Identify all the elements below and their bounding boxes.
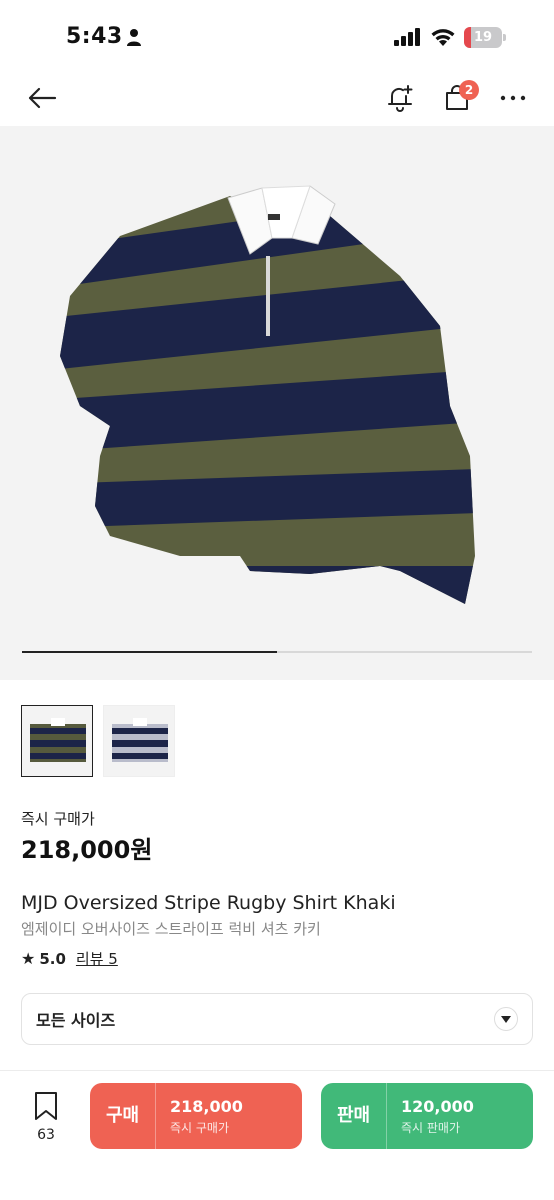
cellular-signal-icon — [394, 28, 420, 46]
thumbnail-khaki[interactable] — [21, 705, 93, 777]
more-horizontal-icon — [500, 95, 526, 101]
sell-price: 120,000 — [401, 1096, 474, 1116]
battery-level: 19 — [473, 30, 493, 45]
buy-button[interactable]: 구매 218,000 즉시 구매가 — [90, 1083, 302, 1149]
notification-button[interactable] — [380, 78, 420, 118]
bell-plus-icon — [388, 85, 413, 112]
back-button[interactable] — [22, 78, 62, 118]
product-image[interactable] — [0, 126, 554, 680]
status-time: 5:43 — [66, 24, 123, 49]
battery-icon: 19 — [464, 27, 506, 48]
sell-button-label: 판매 — [321, 1083, 387, 1149]
price-label: 즉시 구매가 — [21, 810, 95, 828]
rating-row: ★ 5.0 리뷰 5 — [21, 948, 118, 969]
chevron-down-icon — [494, 1007, 518, 1031]
image-progress-track — [22, 651, 532, 653]
buy-price: 218,000 — [170, 1096, 243, 1116]
size-select[interactable]: 모든 사이즈 — [21, 993, 533, 1045]
more-button[interactable] — [493, 78, 533, 118]
sell-sub-label: 즉시 판매가 — [401, 1120, 461, 1135]
size-select-label: 모든 사이즈 — [36, 1011, 116, 1030]
price-value: 218,000원 — [21, 836, 153, 864]
buy-button-label: 구매 — [90, 1083, 156, 1149]
arrow-left-icon — [28, 87, 57, 109]
bookmark-icon — [35, 1092, 57, 1120]
rating-value: 5.0 — [39, 949, 66, 968]
rugby-shirt-image — [60, 185, 475, 604]
sell-button[interactable]: 판매 120,000 즉시 판매가 — [321, 1083, 533, 1149]
product-name: MJD Oversized Stripe Rugby Shirt Khaki — [21, 892, 396, 914]
bookmark-button[interactable]: 63 — [22, 1091, 70, 1143]
star-icon: ★ — [21, 949, 36, 968]
thumbnail-list — [21, 705, 175, 777]
product-name-korean: 엠제이디 오버사이즈 스트라이프 럭비 셔츠 카키 — [21, 920, 321, 938]
wifi-icon — [431, 29, 455, 46]
thumbnail-grey[interactable] — [103, 705, 175, 777]
cart-count-badge: 2 — [459, 80, 479, 100]
person-icon — [127, 29, 141, 46]
review-link[interactable]: 리뷰 5 — [76, 948, 118, 969]
bottom-action-bar: 63 구매 218,000 즉시 구매가 판매 120,000 즉시 판매가 — [0, 1070, 554, 1200]
image-progress-fill — [22, 651, 277, 653]
buy-sub-label: 즉시 구매가 — [170, 1120, 230, 1135]
status-bar: 5:43 19 — [0, 0, 554, 70]
bookmark-count: 63 — [37, 1127, 55, 1143]
